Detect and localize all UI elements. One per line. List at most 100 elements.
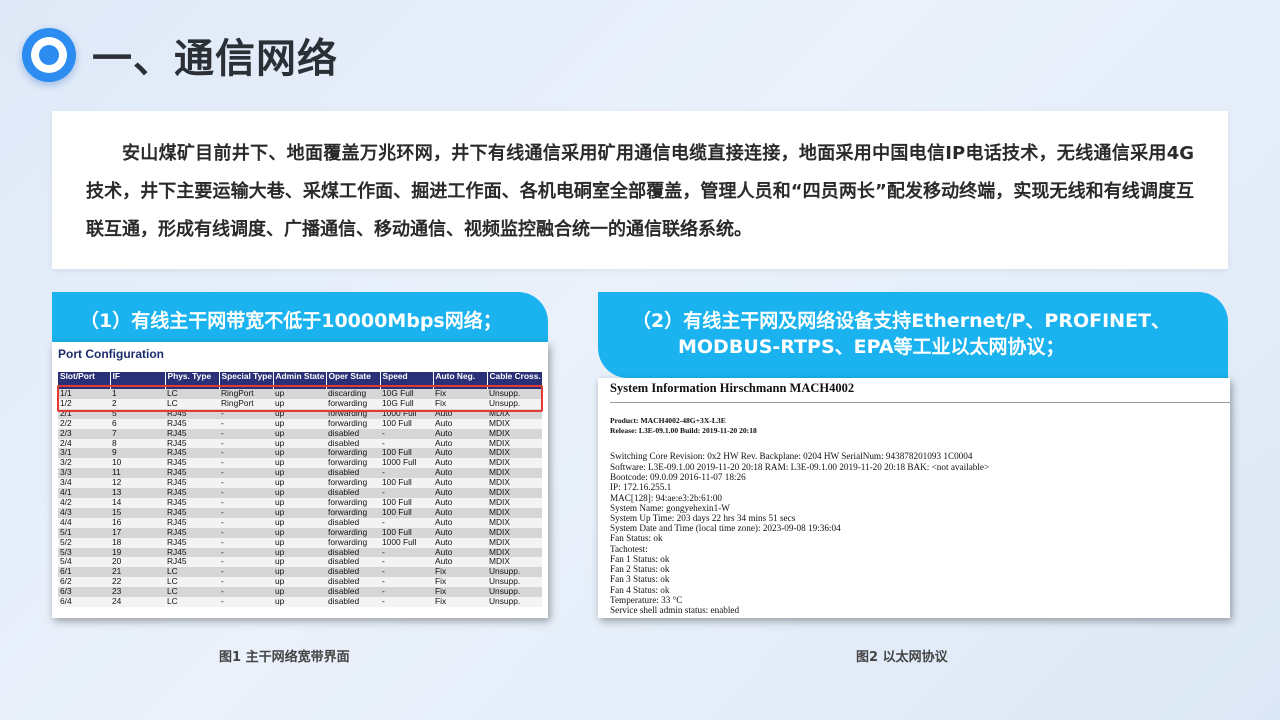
system-info-line: Fan 3 Status: ok [610, 574, 670, 584]
port-table-cell: 1000 Full [380, 537, 433, 548]
port-table-cell: 16 [110, 517, 165, 528]
system-info-line: IP: 172.16.255.1 [610, 482, 672, 492]
port-table-cell: disabled [326, 547, 380, 558]
port-table-cell: Unsupp. [487, 567, 542, 578]
port-table-cell: 12 [110, 478, 165, 489]
port-table-cell: LC [165, 587, 219, 598]
port-table-cell: - [380, 587, 433, 598]
port-table-cell: 6/4 [58, 597, 110, 607]
port-table-cell: Auto [433, 547, 487, 558]
port-table-row: 3/3 11 RJ45- up disabled - Auto MDIX [58, 468, 542, 479]
port-table-cell: RJ45 [165, 497, 219, 508]
port-table-cell: disabled [326, 587, 380, 598]
port-table-cell: Auto [433, 557, 487, 568]
port-table-cell: MDIX [487, 448, 542, 459]
system-info-line: System Up Time: 203 days 22 hrs 34 mins … [610, 513, 796, 523]
figure1-caption: 图1 主干网络宽带界面 [219, 650, 350, 665]
port-table-row: 3/1 9 RJ45- up forwarding 100 Full Auto MDIX [58, 448, 542, 459]
logo-icon [22, 28, 76, 82]
port-table-cell: up [273, 567, 326, 578]
system-info-line: System Date and Time (local time zone): … [610, 523, 841, 533]
port-table-cell: 2/2 [58, 418, 110, 429]
port-table-cell: MDIX [487, 488, 542, 498]
intro-paragraph: 安山煤矿目前井下、地面覆盖万兆环网，井下有线通信采用矿用通信电缆直接连接，地面采… [52, 111, 1228, 269]
port-table-cell: 18 [110, 537, 165, 548]
port-table-row: 3/2 10 RJ45- up forwarding 1000 Full Auto MDIX [58, 458, 542, 469]
port-table-row: 5/4 20 RJ45- up disabled - Auto MDIX [58, 557, 542, 568]
port-table-cell: 100 Full [380, 497, 433, 508]
port-table-cell: MDIX [487, 418, 542, 429]
port-table-cell: - [219, 517, 273, 528]
port-table-cell: MDIX [487, 527, 542, 538]
port-table-cell: 6 [110, 418, 165, 429]
port-table-cell: MDIX [487, 468, 542, 479]
port-table-cell: 6/3 [58, 587, 110, 598]
port-table-cell: RJ45 [165, 458, 219, 469]
port-table-cell: 5/4 [58, 557, 110, 568]
port-table-cell: - [219, 567, 273, 578]
port-table-cell: 100 Full [380, 448, 433, 459]
port-table-cell: up [273, 577, 326, 588]
port-table-row: 3/4 12 RJ45- up forwarding 100 Full Auto MDIX [58, 478, 542, 489]
port-table-cell: 1000 Full [380, 458, 433, 469]
port-table-cell: forwarding [326, 507, 380, 518]
left-tag: （1）有线主干网带宽不低于10000Mbps网络； [52, 292, 548, 342]
port-table-cell: up [273, 517, 326, 528]
port-table-cell: 19 [110, 547, 165, 558]
system-info-line: Bootcode: 09.0.09 2016-11-07 18:26 [610, 472, 746, 482]
port-table-cell: Fix [433, 597, 487, 607]
port-table-cell: up [273, 468, 326, 479]
port-table-cell: Unsupp. [487, 577, 542, 588]
port-table-cell: forwarding [326, 478, 380, 489]
port-table-cell: MDIX [487, 557, 542, 568]
figure2-caption: 图2 以太网协议 [856, 650, 948, 665]
port-table-row: 5/1 17 RJ45- up forwarding 100 Full Auto MDIX [58, 527, 542, 538]
port-table-row: 6/1 21 LC - up disabled - Fix Unsupp. [58, 567, 542, 578]
port-table-cell: - [219, 497, 273, 508]
port-table-cell: LC [165, 597, 219, 607]
port-table-row: 4/4 16 RJ45- up disabled - Auto MDIX [58, 517, 542, 528]
port-table-row: 4/3 15 RJ45- up forwarding 100 Full Auto MDIX [58, 507, 542, 518]
system-info-product: Product: MACH4002-48G+3X-L3E [610, 416, 726, 425]
port-table-cell: 23 [110, 587, 165, 598]
port-table-cell: up [273, 478, 326, 489]
port-table-cell: - [380, 547, 433, 558]
port-table-row: 4/1 13 RJ45- up disabled - Auto MDIX [58, 488, 542, 498]
system-info-line: System Name: gongyehexin1-W [610, 503, 730, 513]
port-table-cell: Fix [433, 567, 487, 578]
port-table-cell: 5/1 [58, 527, 110, 538]
port-table-cell: - [219, 557, 273, 568]
port-table-cell: 6/2 [58, 577, 110, 588]
port-table-cell: - [219, 547, 273, 558]
port-table-cell: 14 [110, 497, 165, 508]
port-table-cell: Auto [433, 517, 487, 528]
port-table-row: 2/2 6 RJ45- up forwarding 100 Full Auto MDIX [58, 418, 542, 429]
port-table-cell: up [273, 587, 326, 598]
port-table-cell: 100 Full [380, 527, 433, 538]
system-info-line: Software: L3E-09.1.00 2019-11-20 20:18 R… [610, 462, 990, 472]
port-table-cell: - [380, 468, 433, 479]
system-info-line: Tachotest: [610, 544, 648, 554]
port-table-cell: - [380, 438, 433, 449]
port-table-cell: disabled [326, 597, 380, 607]
port-table-cell: MDIX [487, 517, 542, 528]
port-table-cell: Auto [433, 527, 487, 538]
port-table-cell: forwarding [326, 448, 380, 459]
port-table-cell: up [273, 448, 326, 459]
port-table-cell: MDIX [487, 547, 542, 558]
port-table-cell: 2/3 [58, 428, 110, 439]
right-tag-line1: （2）有线主干网及网络设备支持Ethernet/P、PROFINET、 [632, 310, 1171, 332]
port-table-cell: disabled [326, 438, 380, 449]
port-table-cell: Auto [433, 458, 487, 469]
port-table-cell: up [273, 488, 326, 498]
port-table-cell: RJ45 [165, 488, 219, 498]
port-table-cell: - [219, 507, 273, 518]
port-table-row: 5/3 19 RJ45- up disabled - Auto MDIX [58, 547, 542, 558]
port-table-cell: RJ45 [165, 517, 219, 528]
port-table-cell: 100 Full [380, 478, 433, 489]
port-table-cell: 21 [110, 567, 165, 578]
port-table-row: 4/2 14 RJ45- up forwarding 100 Full Auto MDIX [58, 497, 542, 508]
port-table-cell: MDIX [487, 497, 542, 508]
port-table-cell: Auto [433, 537, 487, 548]
port-table-cell: 20 [110, 557, 165, 568]
